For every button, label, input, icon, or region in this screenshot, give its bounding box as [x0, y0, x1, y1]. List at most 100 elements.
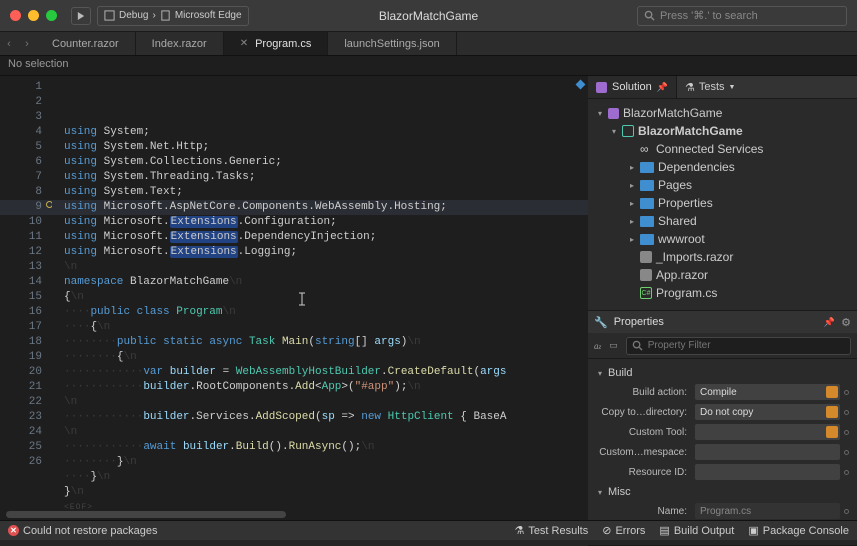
error-badge-icon: ⊘ — [602, 524, 611, 537]
code-area[interactable]: using System;using System.Net.Http;using… — [52, 76, 588, 520]
property-value[interactable] — [695, 444, 840, 460]
project-label: BlazorMatchGame — [638, 124, 743, 138]
nav-back-button[interactable]: ‹ — [0, 32, 18, 55]
property-label: Copy to…directory: — [596, 407, 691, 418]
project-node[interactable]: ▾ BlazorMatchGame — [588, 122, 857, 140]
tree-item-label: Program.cs — [656, 286, 717, 300]
chevron-right-icon: › — [152, 10, 155, 21]
global-search[interactable]: Press '⌘.' to search — [637, 6, 847, 26]
property-marker-icon[interactable] — [844, 390, 849, 395]
window-controls — [10, 10, 57, 21]
property-value[interactable]: Do not copy — [695, 404, 840, 420]
property-group-label: Misc — [608, 486, 631, 498]
tree-item-label: _Imports.razor — [656, 250, 733, 264]
property-group-header[interactable]: ▾Build — [596, 367, 849, 379]
tree-item-label: wwwroot — [658, 232, 705, 246]
search-icon — [644, 10, 655, 21]
property-value[interactable] — [695, 424, 840, 440]
tree-item-label: Dependencies — [658, 160, 735, 174]
property-marker-icon[interactable] — [844, 509, 849, 514]
tree-item-label: Connected Services — [656, 142, 763, 156]
chevron-down-icon: ▾ — [596, 488, 604, 497]
property-marker-icon[interactable] — [844, 430, 849, 435]
properties-header: 🔧 Properties 📌 ⚙ — [588, 311, 857, 333]
close-tab-icon[interactable]: ✕ — [240, 38, 248, 49]
tree-item[interactable]: C#Program.cs — [588, 284, 857, 302]
sort-alpha-button[interactable]: az — [594, 341, 601, 351]
chevron-right-icon: ▸ — [628, 181, 636, 190]
property-value[interactable] — [695, 464, 840, 480]
pin-icon[interactable]: 📌 — [824, 317, 835, 328]
status-error[interactable]: ✕ Could not restore packages — [8, 525, 158, 537]
property-value[interactable]: Compile — [695, 384, 840, 400]
zoom-window-button[interactable] — [46, 10, 57, 21]
package-console-button[interactable]: ▣Package Console — [748, 524, 849, 537]
solution-icon — [608, 108, 619, 119]
tree-item-label: Properties — [658, 196, 713, 210]
tree-item[interactable]: ▸Pages — [588, 176, 857, 194]
property-row: Custom…mespace: — [596, 442, 849, 462]
tab-label: Counter.razor — [52, 38, 119, 50]
tree-item[interactable]: ∞ Connected Services — [588, 140, 857, 158]
run-button[interactable] — [71, 7, 91, 25]
search-placeholder: Press '⌘.' to search — [660, 9, 758, 22]
razor-file-icon — [640, 251, 652, 263]
flask-icon: ⚗ — [514, 524, 524, 537]
breadcrumb-bar[interactable]: No selection — [0, 56, 857, 76]
solution-panel: Solution 📌 ⚗ Tests ▼ ▾ BlazorMatchGame ▾ — [588, 76, 857, 311]
gear-icon[interactable]: ⚙ — [841, 316, 851, 329]
property-label: Resource ID: — [596, 467, 691, 478]
tree-item[interactable]: App.razor — [588, 266, 857, 284]
tree-item[interactable]: ▸Properties — [588, 194, 857, 212]
solution-icon — [596, 82, 607, 93]
property-row: Custom Tool: — [596, 422, 849, 442]
categorized-button[interactable]: ▭ — [609, 340, 618, 351]
code-editor[interactable]: 1234567891011121314151617181920212223242… — [0, 76, 588, 520]
editor-tab[interactable]: ✕ Program.cs — [224, 32, 329, 55]
editor-tab[interactable]: launchSettings.json — [328, 32, 456, 55]
folder-icon — [640, 162, 654, 173]
property-value[interactable]: Program.cs — [695, 503, 840, 519]
nav-forward-button[interactable]: › — [18, 32, 36, 55]
properties-body: ▾BuildBuild action:CompileCopy to…direct… — [588, 359, 857, 545]
solution-tab-label: Solution — [612, 81, 652, 93]
status-bar: ✕ Could not restore packages ⚗Test Resul… — [0, 520, 857, 540]
package-icon: ▣ — [748, 524, 758, 537]
tests-tab[interactable]: ⚗ Tests ▼ — [677, 76, 744, 98]
solution-tab[interactable]: Solution 📌 — [588, 76, 677, 98]
solution-root-label: BlazorMatchGame — [623, 106, 722, 120]
flask-icon: ⚗ — [685, 81, 695, 94]
target-label: Microsoft Edge — [175, 10, 242, 21]
editor-tab[interactable]: Counter.razor — [36, 32, 136, 55]
tab-label: Index.razor — [152, 38, 207, 50]
minimize-window-button[interactable] — [28, 10, 39, 21]
tree-item[interactable]: ▸Dependencies — [588, 158, 857, 176]
run-config-selector[interactable]: Debug › Microsoft Edge — [97, 6, 249, 26]
test-results-button[interactable]: ⚗Test Results — [514, 524, 588, 537]
side-panel: Solution 📌 ⚗ Tests ▼ ▾ BlazorMatchGame ▾ — [588, 76, 857, 520]
property-group-label: Build — [608, 367, 632, 379]
close-window-button[interactable] — [10, 10, 21, 21]
property-marker-icon[interactable] — [844, 470, 849, 475]
errors-button[interactable]: ⊘Errors — [602, 524, 645, 537]
property-group-header[interactable]: ▾ Misc — [596, 486, 849, 498]
pin-icon[interactable]: 📌 — [657, 82, 668, 93]
tree-item-label: App.razor — [656, 268, 708, 282]
tree-item[interactable]: _Imports.razor — [588, 248, 857, 266]
solution-root[interactable]: ▾ BlazorMatchGame — [588, 104, 857, 122]
link-icon: ∞ — [640, 142, 652, 156]
folder-icon — [640, 180, 654, 191]
editor-tab[interactable]: Index.razor — [136, 32, 224, 55]
property-marker-icon[interactable] — [844, 450, 849, 455]
tests-tab-label: Tests — [699, 81, 725, 93]
tree-item[interactable]: ▸Shared — [588, 212, 857, 230]
build-output-button[interactable]: ▤Build Output — [659, 524, 734, 537]
list-icon: ▤ — [659, 524, 669, 537]
tree-item-label: Shared — [658, 214, 697, 228]
property-marker-icon[interactable] — [844, 410, 849, 415]
property-filter-input[interactable]: Property Filter — [626, 337, 851, 355]
chevron-right-icon: ▸ — [628, 235, 636, 244]
tab-label: Program.cs — [255, 38, 311, 50]
wrench-icon: 🔧 — [594, 316, 608, 329]
tree-item[interactable]: ▸ wwwroot — [588, 230, 857, 248]
